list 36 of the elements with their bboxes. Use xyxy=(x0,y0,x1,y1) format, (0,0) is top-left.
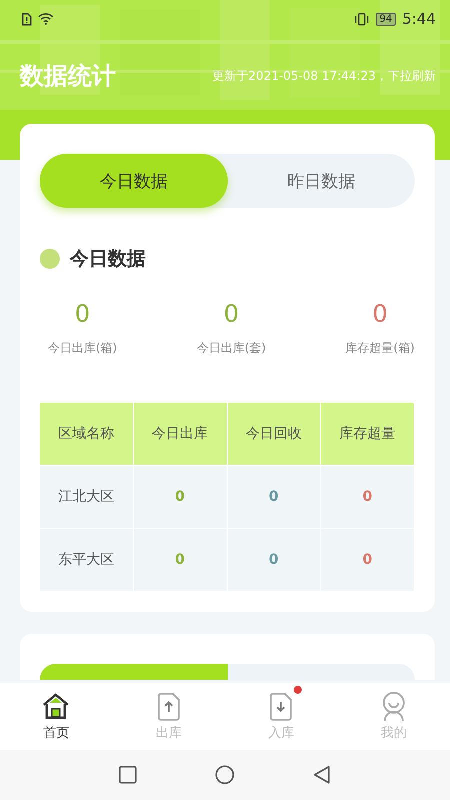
table-cell: 0 xyxy=(228,466,322,529)
stat-value: 0 xyxy=(372,300,388,328)
download-icon xyxy=(268,692,294,722)
clock-time: 5:44 xyxy=(402,10,436,28)
tab-bar-item[interactable]: 首页 xyxy=(0,683,112,750)
column-header: 库存超量 xyxy=(321,403,415,466)
sim-card-icon xyxy=(22,12,32,26)
update-time: 更新于2021-05-08 17:44:23，下拉刷新 xyxy=(212,68,436,84)
table-cell: 0 xyxy=(228,529,322,592)
stat-value: 0 xyxy=(224,300,240,328)
table-cell: 东平大区 xyxy=(40,529,134,592)
back-icon[interactable] xyxy=(313,765,331,785)
stat-label: 今日出库(箱) xyxy=(48,340,118,357)
stat-label: 今日出库(套) xyxy=(196,340,266,357)
table-cell: 0 xyxy=(134,466,228,529)
stat-value: 0 xyxy=(75,300,90,328)
column-header: 区域名称 xyxy=(40,403,134,466)
wifi-icon xyxy=(38,13,54,25)
section-title: 今日数据 xyxy=(70,247,146,272)
notification-dot xyxy=(294,686,302,694)
table-cell: 0 xyxy=(321,466,415,529)
bullet-dot xyxy=(40,249,60,269)
vibrate-icon xyxy=(354,12,370,26)
stat-label: 库存超量(箱) xyxy=(346,340,415,357)
recent-apps-icon[interactable] xyxy=(119,766,137,784)
table-cell: 江北大区 xyxy=(40,466,134,529)
home-icon xyxy=(41,692,72,722)
home-button-icon[interactable] xyxy=(215,765,235,785)
table-cell: 0 xyxy=(321,529,415,592)
data-tab[interactable]: 今日数据 xyxy=(40,154,228,208)
column-header: 今日出库 xyxy=(134,403,228,466)
table-cell: 0 xyxy=(134,529,228,592)
page-title: 数据统计 xyxy=(20,61,116,92)
column-header: 今日回收 xyxy=(228,403,322,466)
upload-icon xyxy=(156,692,182,722)
data-tab[interactable]: 昨日数据 xyxy=(228,154,415,208)
